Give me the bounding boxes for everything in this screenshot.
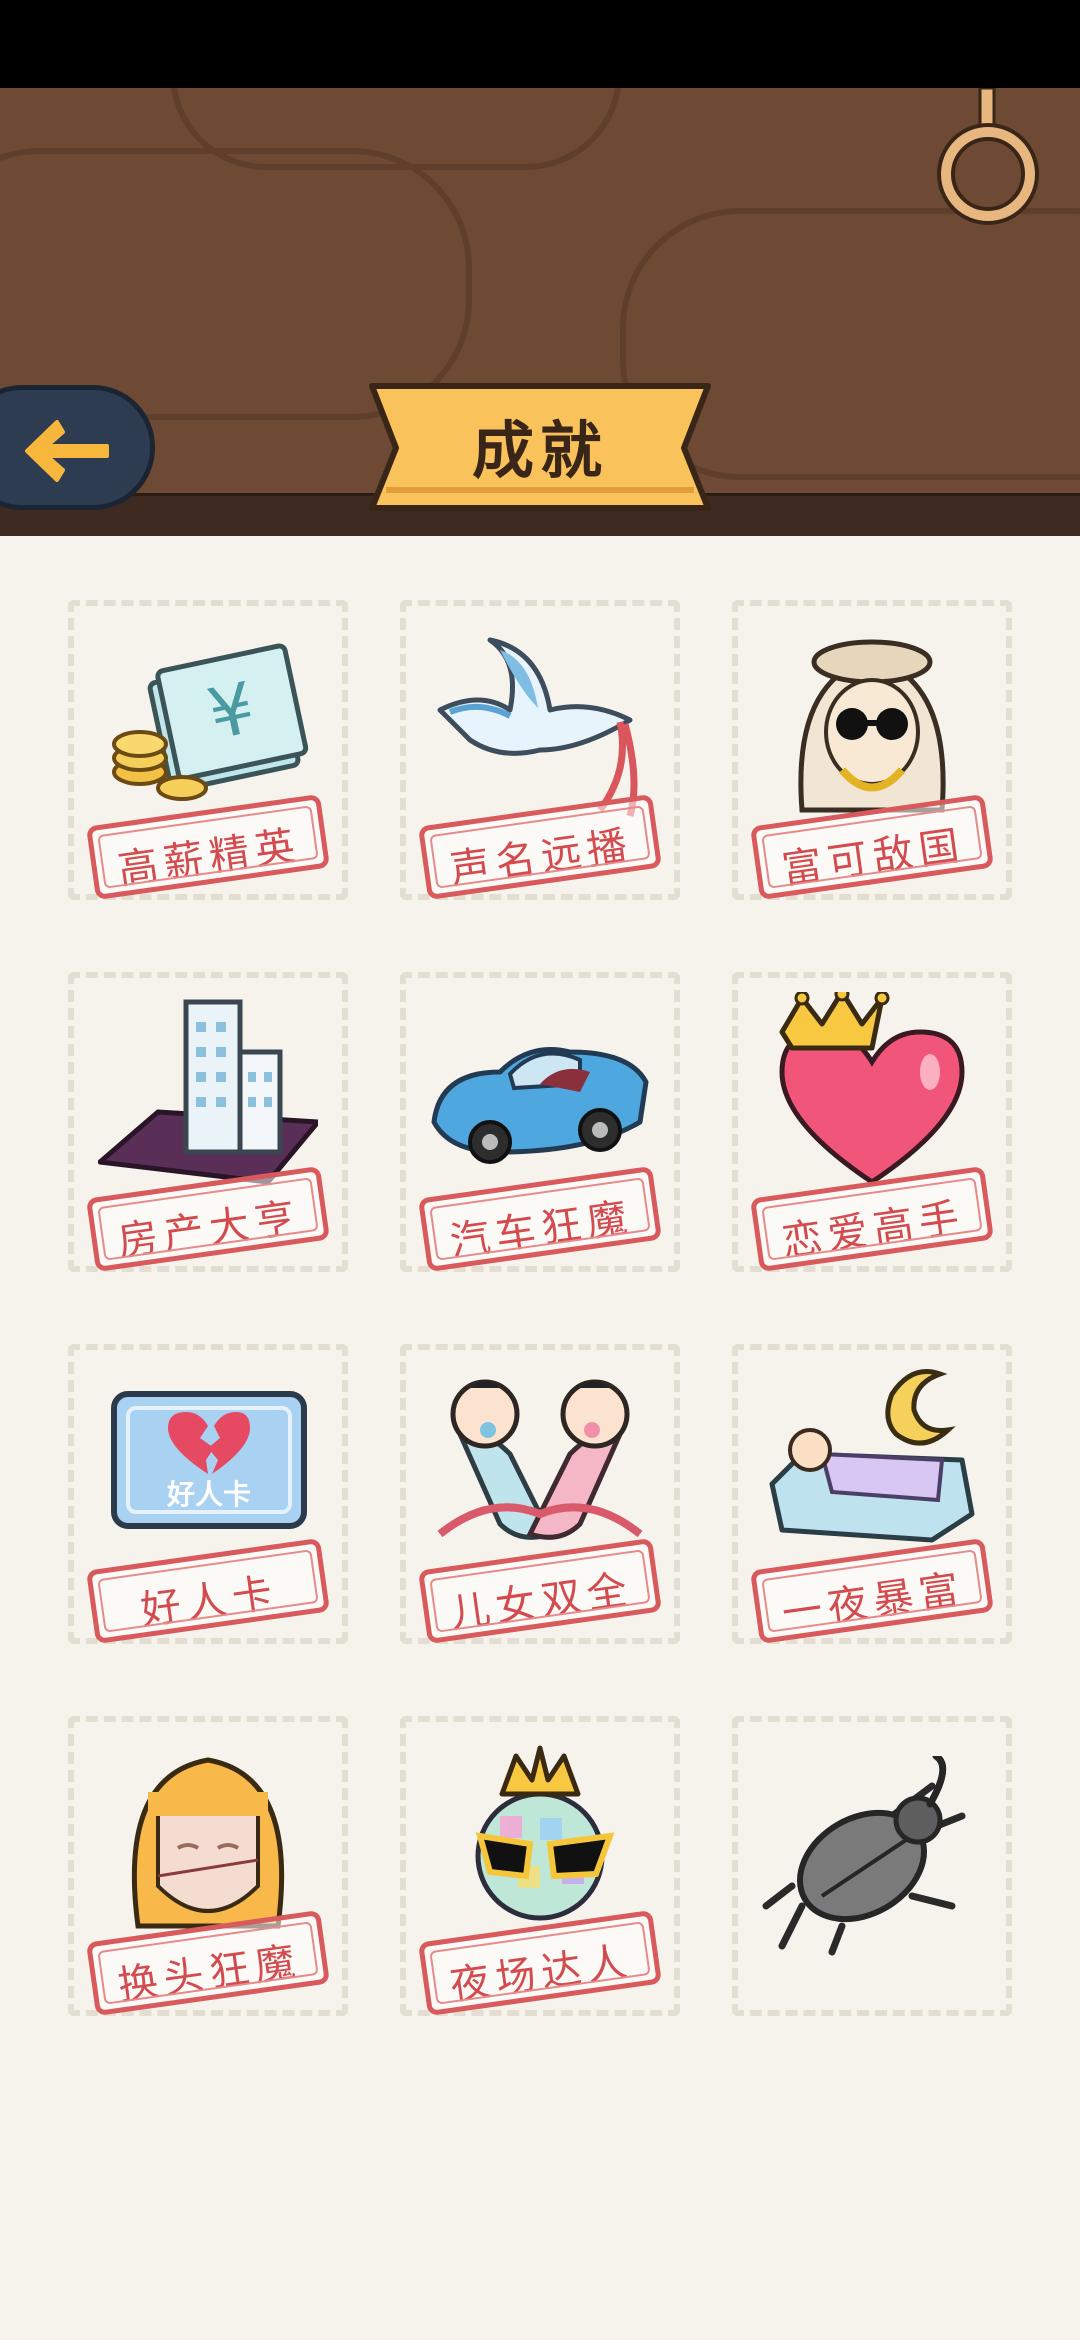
achievement-nightlife-expert[interactable]: 夜场达人 [400,1716,680,2017]
achievement-son-and-daughter[interactable]: 儿女双全 [400,1344,680,1645]
money-stack-icon: ¥ [112,643,309,801]
achievement-famous[interactable]: 声名远播 [400,600,680,901]
twin-babies-icon [437,1379,643,1540]
disco-ball-icon [475,1745,615,1921]
money-bed-icon [769,1369,975,1543]
good-person-card-icon: 好人卡 [111,1391,307,1529]
achievement-head-swap-maniac[interactable]: 换头狂魔 [68,1716,348,2017]
arrow-left-icon [25,420,109,482]
achievement-good-person-card[interactable]: 好人卡 好人卡 [68,1344,348,1645]
back-button[interactable] [0,385,155,510]
crowned-heart-icon [779,992,965,1186]
achievement-car-maniac[interactable]: 汽车狂魔 [400,972,680,1273]
beetle-icon [762,1756,966,1956]
achievement-wealthy[interactable]: 富可敌国 [732,600,1012,901]
rich-man-icon [798,639,946,813]
stitched-head-icon [131,1757,285,1929]
property-certificate-icon [98,999,318,1185]
hanging-ring-icon [936,86,1040,232]
car-icon [431,1047,649,1164]
page-title: 成就 [471,414,608,487]
achievement-locked[interactable] [732,1716,1012,2016]
achievement-high-salary[interactable]: ¥ 高薪精英 [68,600,348,901]
achievement-property[interactable]: 房产大亨 [68,972,348,1273]
dove-icon [437,637,638,817]
achievement-love-master[interactable]: 恋爱高手 [732,972,1012,1273]
wood-grain [170,88,622,170]
card-text: 好人卡 [166,1478,251,1511]
status-bar [0,0,1080,88]
achievement-overnight-rich[interactable]: 一夜暴富 [732,1344,1012,1645]
